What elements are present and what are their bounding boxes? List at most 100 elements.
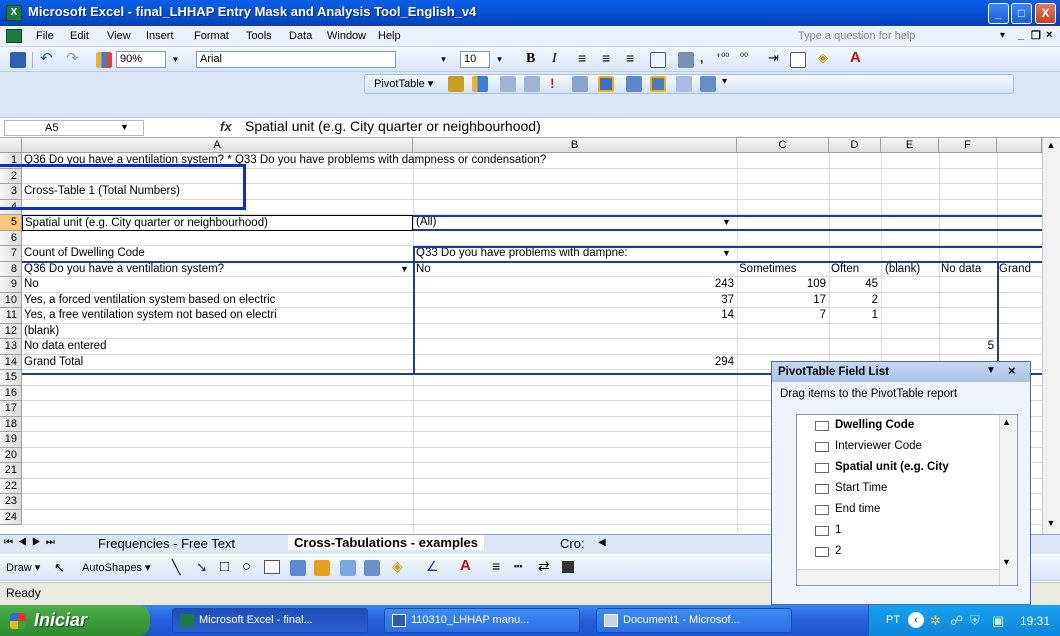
menu-help[interactable]: Help [378,30,401,42]
row-header[interactable]: 21 [0,463,22,479]
cell-c9[interactable]: 109 [737,277,829,293]
tray-monitor-icon[interactable]: ▣ [992,613,1004,629]
menu-file[interactable]: File [36,30,54,42]
column-header-d[interactable]: D [829,138,881,153]
field-settings-icon[interactable] [626,76,642,92]
cell-b11[interactable]: 14 [414,308,737,324]
column-field-dropdown-icon[interactable]: ▼ [722,248,731,258]
minimize-button[interactable]: _ [988,3,1009,24]
currency-icon[interactable] [678,52,694,68]
doc-close-icon[interactable]: × [1046,29,1052,41]
pivot-field-item[interactable]: End time [815,499,880,520]
draw-menu[interactable]: Draw ▾ [6,561,40,574]
formula-input[interactable]: Spatial unit (e.g. City quarter or neigh… [245,118,541,134]
row-header[interactable]: 22 [0,478,22,494]
indent-icon[interactable]: ⇥ [768,50,779,66]
scroll-down-icon[interactable]: ▼ [1044,518,1058,532]
comma-style-icon[interactable]: , [700,51,703,65]
column-header-e[interactable]: E [881,138,939,153]
pivot-chart-icon[interactable] [472,76,488,92]
font-dropdown-icon[interactable]: ▼ [438,52,449,67]
wordart-icon[interactable] [290,560,306,576]
clip-art-icon[interactable] [340,560,356,576]
cell-e8[interactable]: (blank) [881,262,939,278]
pivot-field-list-panel[interactable]: PivotTable Field List ▼ × Drag items to … [771,361,1031,605]
row-header[interactable]: 8 [0,261,22,277]
doc-restore-icon[interactable]: ❐ [1031,29,1041,42]
menu-data[interactable]: Data [289,30,312,42]
save-icon[interactable] [10,52,26,68]
line-tool-icon[interactable]: ╲ [172,559,180,576]
doc-minimize-icon[interactable]: _ [1018,29,1024,41]
format-report-icon[interactable] [448,76,464,92]
sheet-tab-cross-tabulations-active[interactable]: Cross-Tabulations - examples [288,535,484,550]
increase-decimal-icon[interactable]: ⁺⁰⁰ [716,52,729,63]
row-header[interactable]: 7 [0,246,22,262]
zoom-select[interactable]: 90% [116,51,166,68]
menu-view[interactable]: View [107,30,131,42]
cell-a14[interactable]: Grand Total [22,355,412,371]
align-left-icon[interactable]: ≡ [578,50,586,66]
fill-color-draw-icon[interactable]: ◈ [392,558,403,575]
undo-icon[interactable]: ↶ [40,49,53,67]
text-box-icon[interactable] [264,560,280,574]
row-header[interactable]: 23 [0,494,22,510]
menu-window[interactable]: Window [327,30,366,42]
taskbar-item-word-manual[interactable]: 110310_LHHAP manu... [384,608,580,633]
font-color-icon[interactable]: A [850,49,861,66]
row-header[interactable]: 16 [0,385,22,401]
sheet-tab-frequencies[interactable]: Frequencies - Free Text [98,536,235,551]
menu-format[interactable]: Format [194,30,229,42]
taskbar-item-excel-active[interactable]: Microsoft Excel - final... [172,608,368,633]
cell-b7-column-field[interactable]: Q33 Do you have problems with dampne: [414,246,714,262]
tray-network-icon[interactable]: ☍ [950,613,963,629]
pivot-table-menu[interactable]: PivotTable ▾ [374,77,433,90]
align-right-icon[interactable]: ≡ [626,50,634,66]
font-size-dropdown-icon[interactable]: ▼ [494,52,505,67]
cell-b10[interactable]: 37 [414,293,737,309]
hide-detail-icon[interactable] [500,76,516,92]
toolbar-options-icon[interactable]: ▾ [722,76,727,87]
help-search-input[interactable]: Type a question for help [798,28,915,45]
cell-a12[interactable]: (blank) [22,324,412,340]
row-header[interactable]: 6 [0,230,22,246]
vertical-scrollbar[interactable] [1042,138,1060,534]
diagram-icon[interactable] [314,560,330,576]
name-box-dropdown-icon[interactable]: ▼ [120,122,129,132]
language-indicator[interactable]: PT [886,614,900,626]
cell-d11[interactable]: 1 [829,308,881,324]
cell-b14[interactable]: 294 [414,355,737,371]
row-field-dropdown-icon[interactable]: ▼ [400,264,409,274]
field-scroll-up-icon[interactable]: ▲ [1002,417,1011,427]
row-header-selected[interactable]: 5 [0,215,22,231]
cell-a5-active[interactable]: Spatial unit (e.g. City quarter or neigh… [22,215,413,231]
row-header[interactable]: 14 [0,354,22,370]
excel-app-icon[interactable]: X [6,5,22,21]
line-style-icon[interactable]: ≡ [492,558,500,574]
cell-b9[interactable]: 243 [414,277,737,293]
cell-a9[interactable]: No [22,277,412,293]
cell-c11[interactable]: 7 [737,308,829,324]
cell-a7[interactable]: Count of Dwelling Code [22,246,412,262]
font-color-draw-icon[interactable]: A [460,557,471,574]
borders-icon[interactable] [790,52,806,68]
maximize-button[interactable]: □ [1011,3,1032,24]
redo-icon[interactable]: ↷ [66,49,79,67]
column-header-c[interactable]: C [737,138,829,153]
picture-icon[interactable] [364,560,380,576]
cell-d9[interactable]: 45 [829,277,881,293]
font-select[interactable]: Arial [196,51,396,68]
select-objects-icon[interactable]: ↖ [54,560,65,576]
refresh-data-icon[interactable]: ! [550,75,555,91]
column-header-g[interactable] [997,138,1042,153]
cell-a8-row-field[interactable]: Q36 Do you have a ventilation system? [22,262,402,278]
scroll-up-icon[interactable]: ▲ [1044,140,1058,154]
tray-expand-icon[interactable]: ‹ [908,612,924,628]
autoshapes-menu[interactable]: AutoShapes ▾ [82,561,151,574]
oval-tool-icon[interactable]: ○ [242,558,251,575]
pivot-field-item[interactable]: 2 [815,541,841,562]
show-detail-icon[interactable] [524,76,540,92]
pivot-option-icon[interactable] [676,76,692,92]
cell-c8[interactable]: Sometimes [737,262,829,278]
pivot-field-item[interactable]: Dwelling Code [815,415,914,436]
